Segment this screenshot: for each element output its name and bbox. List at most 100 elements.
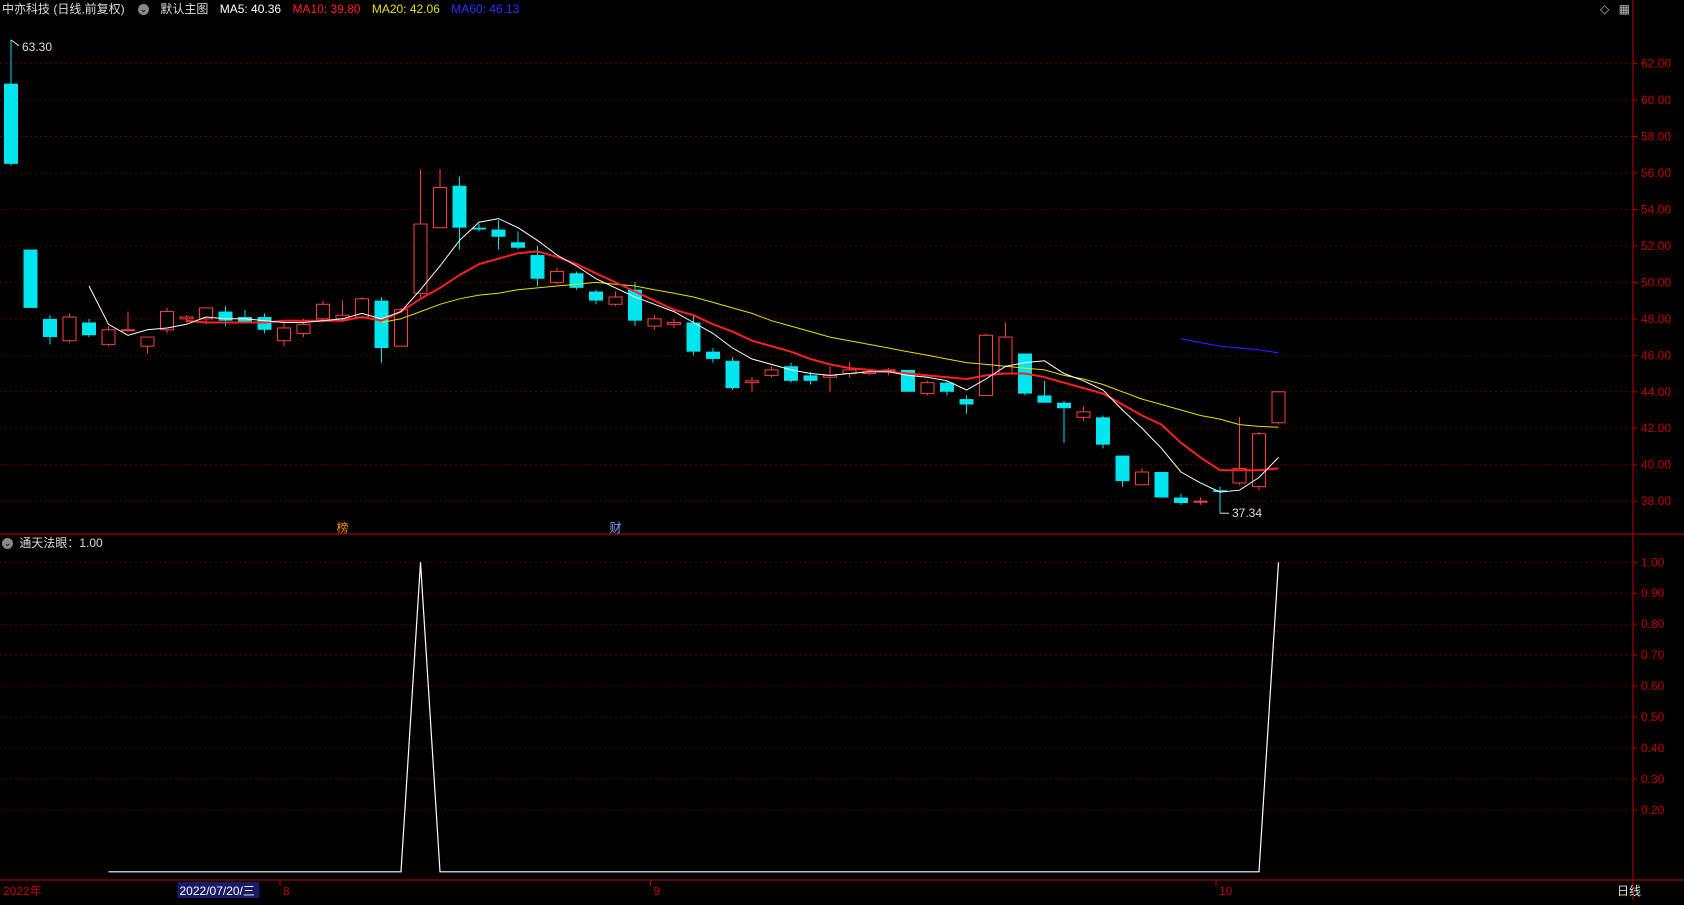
price-tick-label: 42.00 (1641, 421, 1671, 435)
candle-body-up (101, 329, 116, 345)
ma60-legend: MA60: 46.13 (451, 2, 520, 16)
menu-icon[interactable]: ▦ (1619, 2, 1630, 16)
price-tick-label: 50.00 (1641, 275, 1671, 289)
candle-body-down (803, 375, 818, 381)
candle-body-down (218, 311, 233, 321)
main-chart-header: 中亦科技 (日线,前复权) ⌄ 默认主图 MA5: 40.36 MA10: 39… (0, 0, 527, 18)
candle-body-up (394, 309, 408, 347)
candle-body-down (940, 382, 954, 392)
indicator-tick-label: 0.20 (1641, 803, 1665, 817)
candle-body-up (1252, 433, 1266, 488)
candle-body-down (1057, 402, 1071, 409)
candle-body-down (374, 300, 389, 349)
main-chart-label[interactable]: 默认主图 (160, 2, 208, 16)
stock-title[interactable]: 中亦科技 (日线,前复权) (2, 2, 125, 16)
candle-body-up (608, 296, 623, 305)
candle-body-down (491, 229, 506, 237)
price-tick-label: 58.00 (1641, 130, 1671, 144)
chevron-down-icon[interactable]: ⌄ (2, 538, 13, 550)
candle-body-down (1174, 497, 1188, 504)
candle-body-down (23, 249, 38, 308)
period-label[interactable]: 日线 (1617, 882, 1641, 899)
ma20-legend: MA20: 42.06 (371, 2, 440, 16)
price-tick-label: 44.00 (1641, 385, 1671, 399)
candle-body-up (667, 321, 681, 325)
candle-body-down (472, 227, 486, 230)
candle-body-up (1271, 391, 1286, 424)
low-price-label: 37.34 (1232, 506, 1262, 520)
candle-body-up (1076, 411, 1091, 418)
event-marker: 财 (609, 521, 621, 535)
high-price-label: 63.30 (22, 40, 52, 54)
indicator-tick-label: 0.80 (1641, 617, 1665, 631)
candle-body-down (589, 291, 603, 301)
year-label: 2022年 (3, 884, 42, 898)
high-pointer (10, 39, 20, 47)
candle-body-up (433, 187, 447, 229)
candle-body-up (140, 336, 155, 347)
candle-body-down (1037, 395, 1052, 403)
indicator-tick-label: 0.30 (1641, 772, 1665, 786)
indicator-name[interactable]: 通天法眼 (19, 536, 67, 550)
indicator-tick-label: 0.50 (1641, 710, 1665, 724)
indicator-line (108, 562, 1280, 873)
candle-body-down (530, 255, 545, 279)
candle-body-up (745, 380, 759, 384)
candle-body-up (296, 323, 311, 334)
candle-body-up (920, 382, 935, 395)
indicator-tick-label: 0.90 (1641, 586, 1665, 600)
price-tick-label: 46.00 (1641, 348, 1671, 362)
candle-body-up (1193, 500, 1208, 503)
chevron-down-icon[interactable]: ⌄ (138, 4, 150, 16)
ma20-line (381, 281, 1279, 428)
price-tick-label: 38.00 (1641, 494, 1671, 508)
candle-body-down (4, 83, 18, 164)
candle-body-up (121, 329, 135, 332)
indicator-value: ：1.00 (67, 536, 103, 550)
window-controls: ◇ ▦ (1600, 2, 1630, 16)
candle-body-down (1096, 417, 1110, 445)
price-tick-label: 56.00 (1641, 166, 1671, 180)
price-tick-label: 60.00 (1641, 93, 1671, 107)
price-tick-label: 54.00 (1641, 202, 1671, 216)
candle-body-up (179, 316, 194, 320)
chart-root[interactable]: 62.00 60.00 58.00 56.00 54.00 52.00 50.00 48.00… (0, 0, 1684, 900)
indicator-tick-label: 0.70 (1641, 648, 1665, 662)
cursor-date-label: 2022/07/20/三 (180, 884, 255, 898)
month-label: 9 (654, 884, 661, 898)
candle-body-down (452, 185, 467, 228)
indicator-header: ⌄ 通天法眼：1.00 (0, 535, 103, 551)
candle-body-down (686, 322, 701, 352)
price-tick-label: 62.00 (1641, 57, 1671, 71)
candle-body-up (413, 223, 428, 294)
ma60-line (1180, 338, 1279, 354)
candle-body-up (764, 369, 779, 376)
candle-body-down (1154, 472, 1169, 498)
candle-body-up (62, 316, 77, 342)
candle-body-up (1135, 471, 1149, 486)
price-tick-label: 48.00 (1641, 312, 1671, 326)
candle-body-up (550, 270, 564, 283)
candle-body-down (725, 360, 740, 389)
ma5-legend: MA5: 40.36 (219, 2, 282, 16)
price-tick-label: 40.00 (1641, 458, 1671, 472)
candle-body-up (316, 303, 330, 320)
candle-body-up (647, 318, 662, 327)
ma10-legend: MA10: 39.80 (292, 2, 361, 16)
month-label: 10 (1219, 884, 1233, 898)
candle-body-up (277, 327, 291, 342)
candle-body-down (959, 399, 974, 405)
indicator-tick-label: 0.40 (1641, 741, 1665, 755)
candle-body-down (43, 318, 57, 338)
candle-body-down (82, 322, 96, 336)
candle-body-down (1115, 455, 1130, 482)
candle-body-down (706, 351, 720, 359)
month-label: 8 (283, 884, 290, 898)
candle-body-down (511, 242, 525, 248)
candle-body-up (998, 336, 1013, 375)
chart-canvas[interactable]: 62.00 60.00 58.00 56.00 54.00 52.00 50.00 48.00… (0, 0, 1684, 900)
price-tick-label: 52.00 (1641, 239, 1671, 253)
indicator-tick-label: 0.60 (1641, 679, 1665, 693)
diamond-icon[interactable]: ◇ (1600, 2, 1609, 16)
candle-body-down (569, 273, 584, 288)
